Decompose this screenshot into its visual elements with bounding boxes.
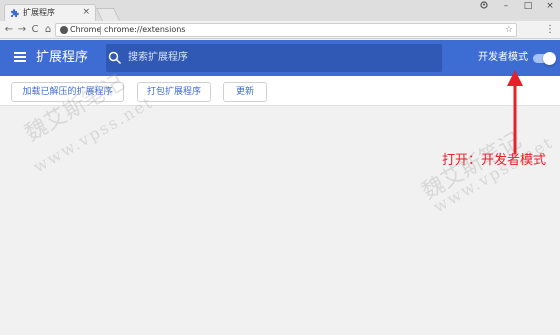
- update-button[interactable]: 更新: [223, 82, 267, 102]
- forward-icon[interactable]: →: [15, 22, 29, 38]
- browser-toolbar: ← → C ⌂ Chrome chrome://extensions ☆ ⋮: [0, 21, 560, 39]
- toggle-knob: [543, 52, 556, 65]
- annotation-text: 打开：开发者模式: [442, 153, 547, 168]
- address-bar[interactable]: Chrome chrome://extensions ☆: [55, 23, 517, 37]
- url-scheme-label: Chrome: [70, 25, 102, 34]
- maximize-button[interactable]: □: [518, 0, 538, 12]
- developer-mode-toggle[interactable]: [533, 52, 556, 65]
- page-title: 扩展程序: [36, 50, 89, 65]
- minimize-button[interactable]: –: [496, 0, 516, 12]
- search-placeholder: 搜索扩展程序: [128, 52, 188, 63]
- bookmark-star-icon[interactable]: ☆: [505, 24, 513, 36]
- title-bar: 扩展程序 × – □ ×: [0, 0, 560, 21]
- developer-mode-label: 开发者模式: [478, 52, 528, 63]
- url-separator: [100, 26, 101, 35]
- hamburger-menu-icon[interactable]: [14, 52, 26, 62]
- puzzle-icon: [11, 9, 19, 17]
- tab-close-icon[interactable]: ×: [82, 6, 90, 18]
- close-window-button[interactable]: ×: [540, 0, 560, 12]
- url-text[interactable]: chrome://extensions: [104, 24, 185, 36]
- site-info-icon[interactable]: [60, 26, 68, 34]
- browser-menu-icon[interactable]: ⋮: [545, 22, 555, 38]
- annotation-arrow-icon: [507, 70, 523, 154]
- reload-icon[interactable]: C: [28, 22, 42, 38]
- tab-title: 扩展程序: [23, 8, 55, 17]
- search-input[interactable]: 搜索扩展程序: [106, 44, 442, 72]
- new-tab-button[interactable]: [95, 8, 121, 21]
- home-icon[interactable]: ⌂: [41, 22, 55, 38]
- search-icon: [108, 51, 122, 65]
- back-icon[interactable]: ←: [2, 22, 16, 38]
- browser-tab[interactable]: 扩展程序 ×: [4, 4, 96, 21]
- extensions-header: 扩展程序 搜索扩展程序 开发者模式: [0, 40, 560, 76]
- profile-icon[interactable]: [477, 0, 491, 12]
